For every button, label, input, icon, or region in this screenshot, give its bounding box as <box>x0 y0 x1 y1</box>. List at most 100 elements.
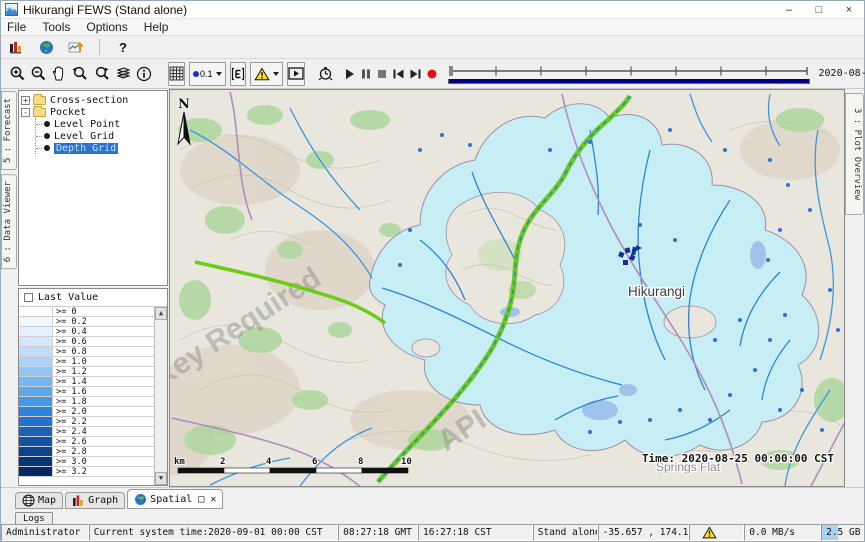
collapse-icon[interactable]: - <box>21 108 30 117</box>
pause-button[interactable] <box>360 62 372 86</box>
status-system-time: Current system time:2020-09-01 00:00 CST <box>89 524 338 541</box>
legend-value-label: >= 0.8 <box>53 347 154 356</box>
expand-icon[interactable]: + <box>21 96 30 105</box>
compass-n-label: N <box>178 97 190 112</box>
tree-item-level-grid[interactable]: Level Grid <box>36 130 165 142</box>
tree-item-pocket[interactable]: - Pocket <box>21 106 165 118</box>
close-button[interactable]: × <box>834 1 864 18</box>
tab-data-viewer[interactable]: 6 : Data Viewer <box>1 174 17 269</box>
chevron-down-icon <box>273 72 279 76</box>
legend-row[interactable]: >= 0.6 <box>19 337 154 347</box>
legend-row[interactable]: >= 2.4 <box>19 427 154 437</box>
last-value-checkbox[interactable] <box>24 293 33 302</box>
legend-row[interactable]: >= 0 <box>19 307 154 317</box>
legend-row[interactable]: >= 1.0 <box>19 357 154 367</box>
map-canvas[interactable]: API Key Required API Key Required <box>170 90 845 487</box>
time-series-icon[interactable] <box>65 37 87 57</box>
folder-icon <box>33 108 46 117</box>
menu-help[interactable]: Help <box>144 20 169 34</box>
record-button[interactable] <box>426 62 438 86</box>
scroll-up-icon[interactable]: ▲ <box>155 307 167 320</box>
legend-color-swatch <box>19 447 53 456</box>
class-break-value-button[interactable]: 0.1 <box>189 62 226 86</box>
scroll-down-icon[interactable]: ▼ <box>155 472 167 485</box>
tab-label: Map <box>38 495 56 506</box>
tab-forecast[interactable]: 5 : Forecast <box>1 91 17 170</box>
legend-value-label: >= 1.0 <box>53 357 154 366</box>
zoom-next-icon[interactable] <box>93 62 111 86</box>
legend-row[interactable]: >= 2.8 <box>19 447 154 457</box>
zoom-out-icon[interactable] <box>30 62 47 86</box>
menu-options[interactable]: Options <box>86 20 127 34</box>
warning-icon <box>702 526 717 539</box>
legend-row[interactable]: >= 1.8 <box>19 397 154 407</box>
stop-button[interactable] <box>376 62 388 86</box>
layers-icon[interactable] <box>115 62 132 86</box>
legend-color-swatch <box>19 467 53 476</box>
tab-spatial[interactable]: Spatial □ ✕ <box>127 489 223 509</box>
menu-tools[interactable]: Tools <box>42 20 70 34</box>
legend-color-swatch <box>19 377 53 386</box>
pan-hand-icon[interactable] <box>51 62 67 86</box>
scale-tick-label: 6 <box>312 457 317 467</box>
tree-item-cross-section[interactable]: + Cross-section <box>21 94 165 106</box>
legend-row[interactable]: >= 0.4 <box>19 327 154 337</box>
skip-start-button[interactable] <box>392 62 405 86</box>
legend-row[interactable]: >= 0.8 <box>19 347 154 357</box>
legend-color-swatch <box>19 397 53 406</box>
legend-row[interactable]: >= 0.2 <box>19 317 154 327</box>
time-slider-track[interactable] <box>448 64 810 78</box>
play-button[interactable] <box>344 62 356 86</box>
legend-value-label: >= 1.8 <box>53 397 154 406</box>
zoom-in-icon[interactable] <box>9 62 26 86</box>
tree-item-depth-grid[interactable]: Depth Grid <box>36 142 165 154</box>
status-warning-cell[interactable] <box>689 524 744 541</box>
status-user: Administrator <box>1 524 89 541</box>
legend-value-label: >= 0.2 <box>53 317 154 326</box>
current-map-time: 2020-08-25 00:00:00 CST <box>819 68 865 79</box>
time-settings-icon[interactable] <box>317 62 334 86</box>
menu-file[interactable]: File <box>7 20 26 34</box>
legend-row[interactable]: >= 2.6 <box>19 437 154 447</box>
maximize-button[interactable]: □ <box>804 1 834 18</box>
map-toolbar: 0.1 <box>1 59 864 89</box>
tab-plot-overview[interactable]: 3 : Plot Overview <box>845 93 864 215</box>
document-tabs: Map Graph Spatial □ ✕ <box>1 488 864 509</box>
help-button[interactable]: ? <box>112 37 134 57</box>
database-icon[interactable] <box>5 37 27 57</box>
legend-scrollbar[interactable]: ▲ ▼ <box>154 307 167 485</box>
zoom-previous-icon[interactable] <box>71 62 89 86</box>
legend-row[interactable]: >= 2.0 <box>19 407 154 417</box>
tab-graph[interactable]: Graph <box>65 492 125 509</box>
tab-close-icon[interactable]: ✕ <box>210 494 216 505</box>
legend-value-label: >= 2.0 <box>53 407 154 416</box>
tree-item-label: Level Grid <box>54 131 114 142</box>
toolbar-separator <box>99 39 100 55</box>
legend-row[interactable]: >= 2.2 <box>19 417 154 427</box>
warning-filter-button[interactable] <box>250 62 283 86</box>
legend-row[interactable]: >= 3.0 <box>19 457 154 467</box>
tab-label: Graph <box>88 495 118 506</box>
info-icon[interactable] <box>136 62 152 86</box>
legend-row[interactable]: >= 1.6 <box>19 387 154 397</box>
skip-end-button[interactable] <box>409 62 422 86</box>
animate-movie-button[interactable] <box>287 62 305 86</box>
tree-item-level-point[interactable]: Level Point <box>36 118 165 130</box>
time-slider[interactable] <box>448 64 810 84</box>
map-display-icon[interactable] <box>35 37 57 57</box>
labels-toggle-button[interactable] <box>230 62 246 86</box>
legend-color-swatch <box>19 317 53 326</box>
filter-tree: + Cross-section - Pocket Level Point <box>18 90 168 286</box>
time-slider-handle[interactable] <box>449 66 453 76</box>
legend-value-label: >= 1.2 <box>53 367 154 376</box>
map-viewport[interactable]: API Key Required API Key Required <box>169 89 845 487</box>
tab-maximize-icon[interactable]: □ <box>198 494 204 505</box>
status-coordinates: -35.657 , 174.199 <box>598 524 690 541</box>
legend-value-label: >= 3.0 <box>53 457 154 466</box>
legend-row[interactable]: >= 1.4 <box>19 377 154 387</box>
legend-row[interactable]: >= 3.2 <box>19 467 154 477</box>
minimize-button[interactable]: – <box>774 1 804 18</box>
legend-row[interactable]: >= 1.2 <box>19 367 154 377</box>
tab-map[interactable]: Map <box>15 492 63 509</box>
grid-toggle-button[interactable] <box>168 62 185 86</box>
